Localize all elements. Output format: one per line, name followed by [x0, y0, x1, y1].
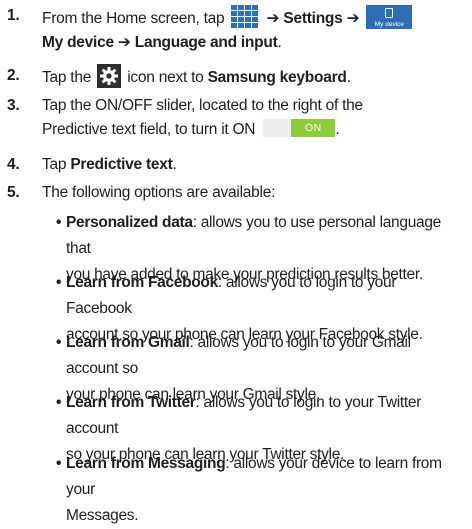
toggle-on-label: ON — [291, 119, 336, 137]
samsung-keyboard-label: Samsung keyboard — [207, 69, 347, 86]
step-text: The following options are available: — [42, 181, 466, 205]
step-1-text: From the Home screen, tap — [42, 10, 225, 27]
option-desc-2: Messages. — [66, 507, 139, 524]
step-number: 4. — [7, 156, 20, 173]
punctuation: . — [346, 69, 351, 86]
step-text: Tap the ON/OFF slider, located to the ri… — [42, 94, 466, 142]
step-number: 5. — [7, 184, 20, 201]
step-2-text: icon next to — [127, 69, 204, 86]
bullet: • — [56, 455, 62, 472]
phone-glyph — [385, 8, 394, 18]
step-3-line-1: Tap the ON/OFF slider, located to the ri… — [42, 97, 363, 114]
option-title: Learn from Twitter — [66, 394, 196, 411]
step-number: 3. — [7, 97, 20, 114]
gear-icon — [97, 64, 122, 88]
bullet: • — [56, 214, 62, 231]
step-text: Tap the icon next to Samsung keyboard. — [42, 64, 466, 90]
instructions-page: 1. From the Home screen, tap ➔ Settings … — [0, 0, 472, 524]
step-2-text: Tap the — [42, 69, 92, 86]
step-4-text: Tap — [42, 156, 67, 173]
toggle-track — [263, 119, 290, 137]
language-input-label: Language and input — [134, 34, 278, 51]
option-title: Learn from Gmail — [66, 334, 190, 351]
punctuation: . — [277, 34, 282, 51]
arrow: ➔ — [346, 10, 360, 27]
bullet: • — [56, 334, 62, 351]
step-number: 2. — [7, 67, 20, 84]
arrow: ➔ — [117, 34, 131, 51]
option-title: Learn from Messaging — [66, 455, 226, 472]
bullet: • — [56, 274, 62, 291]
my-device-icon: My device — [366, 5, 413, 29]
step-5-text: The following options are available: — [42, 184, 276, 201]
step-number: 1. — [7, 7, 20, 24]
arrow: ➔ — [266, 10, 280, 27]
step-3-line-2: Predictive text field, to turn it ON — [42, 121, 256, 138]
step-text: From the Home screen, tap ➔ Settings ➔ M… — [42, 4, 466, 55]
punctuation: . — [172, 156, 177, 173]
on-off-toggle: ON — [263, 119, 336, 137]
option-title: Personalized data — [66, 214, 193, 231]
option-text: Learn from Messaging: allows your device… — [66, 451, 464, 529]
settings-label: Settings — [283, 10, 343, 27]
step-text: Tap Predictive text. — [42, 153, 466, 177]
bullet: • — [56, 394, 62, 411]
apps-grid-icon — [230, 4, 260, 30]
punctuation: . — [335, 121, 340, 138]
option-title: Learn from Facebook — [66, 274, 218, 291]
predictive-text-label: Predictive text — [70, 156, 173, 173]
my-device-label: My device — [42, 34, 114, 51]
my-device-icon-label: My device — [374, 21, 405, 28]
